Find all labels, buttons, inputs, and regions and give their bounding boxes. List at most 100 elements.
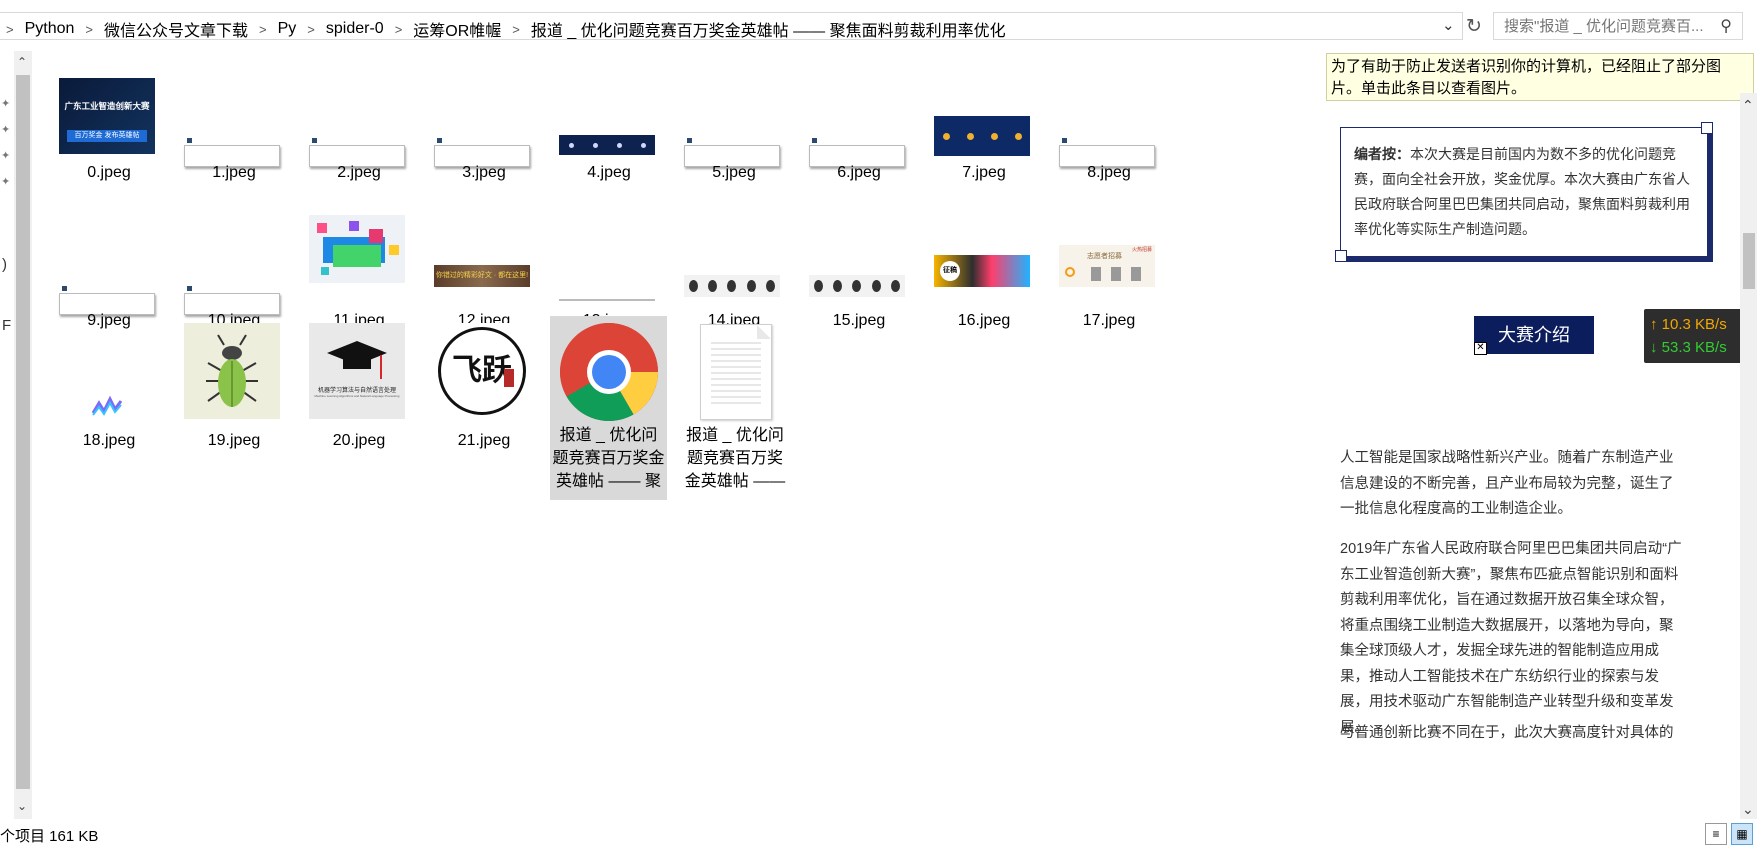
file-item[interactable]: 广东工业智造创新大赛 百万奖金 发布英雄帖 0.jpeg — [49, 65, 169, 185]
file-item[interactable]: 志愿者招募 火热招募 17.jpeg — [1049, 213, 1169, 333]
upload-speed: 10.3 KB/s — [1661, 316, 1727, 333]
file-name: 21.jpeg — [457, 432, 511, 449]
nav-text-fragment[interactable]: F — [2, 317, 11, 334]
file-item[interactable]: 11.jpeg — [299, 213, 419, 333]
thumbnail-caption-en: Machine Learning Algorithms and Natural … — [314, 394, 400, 398]
blocked-images-notice[interactable]: 为了有助于防止发送者识别你的计算机，已经阻止了部分图片。单击此条目以查看图片。 — [1326, 53, 1754, 101]
pin-icon: ✦ — [1, 176, 11, 188]
network-speed-widget: ↑ 10.3 KB/s ↓ 53.3 KB/s — [1644, 309, 1747, 363]
file-thumbnail: 机器学习算法与自然语言处理 Machine Learning Algorithm… — [309, 323, 405, 419]
file-thumbnail — [684, 275, 780, 297]
details-view-icon[interactable]: ≡ — [1705, 823, 1727, 845]
contest-intro-banner[interactable]: 大赛介绍 — [1474, 316, 1594, 354]
beetle-icon — [206, 334, 258, 407]
file-thumbnail: 征稿 — [934, 255, 1030, 287]
close-icon[interactable]: ✕ — [1474, 342, 1487, 355]
file-thumbnail — [559, 299, 655, 301]
file-item[interactable]: 14.jpeg — [674, 213, 794, 333]
file-thumbnail — [809, 275, 905, 297]
search-input[interactable] — [1502, 17, 1706, 36]
refresh-icon[interactable]: ↻ — [1460, 13, 1488, 41]
file-item[interactable]: 飞跃 21.jpeg — [424, 323, 544, 449]
search-icon[interactable]: ⚲ — [1720, 16, 1732, 36]
file-name: 15.jpeg — [832, 312, 886, 329]
scroll-down-icon[interactable]: ⌄ — [1742, 801, 1754, 818]
file-thumbnail: 志愿者招募 火热招募 — [1059, 245, 1155, 287]
download-arrow-icon: ↓ — [1650, 339, 1658, 356]
scroll-up-icon[interactable]: ⌃ — [1742, 97, 1754, 114]
document-icon — [700, 324, 772, 420]
file-item[interactable]: 15.jpeg — [799, 213, 919, 333]
breadcrumb-wechat-download[interactable]: 微信公众号文章下载 — [104, 17, 248, 41]
breadcrumb-or[interactable]: 运筹OR帷幄 — [413, 17, 501, 41]
file-item[interactable]: 3.jpeg — [424, 65, 544, 185]
breadcrumb-current[interactable]: 报道 _ 优化问题竞赛百万奖金英雄帖 —— 聚焦面料剪裁利用率优化 — [531, 17, 1006, 41]
file-name: 17.jpeg — [1082, 312, 1136, 329]
chevron-right-icon[interactable]: > — [85, 22, 93, 37]
article-paragraph: 2019年广东省人民政府联合阿里巴巴集团共同启动“广东工业智造创新大赛”，聚焦布… — [1340, 541, 1682, 736]
file-item[interactable]: 2.jpeg — [299, 65, 419, 185]
file-name: 8.jpeg — [1087, 164, 1131, 181]
view-toggle: ≡ ▦ — [1705, 823, 1753, 845]
scroll-up-icon[interactable]: ⌃ — [17, 55, 27, 69]
chevron-right-icon[interactable]: > — [512, 22, 520, 37]
file-item[interactable]: 5.jpeg — [674, 65, 794, 185]
file-thumbnail — [309, 215, 405, 283]
file-list: 广东工业智造创新大赛 百万奖金 发布英雄帖 0.jpeg 1.jpeg 2.jp… — [33, 51, 1321, 819]
breadcrumb-python[interactable]: Python — [25, 20, 75, 38]
chrome-icon — [559, 322, 659, 422]
file-name: 2.jpeg — [337, 164, 381, 181]
file-item[interactable]: 你错过的精彩好文 · 都在这里! 12.jpeg — [424, 213, 544, 333]
editor-note-label: 编者按： — [1354, 146, 1410, 162]
file-item[interactable]: 19.jpeg — [174, 323, 294, 449]
file-item[interactable]: 13.jpeg — [549, 213, 669, 333]
file-item[interactable]: 8.jpeg — [1049, 65, 1169, 185]
file-item[interactable]: 10.jpeg — [174, 213, 294, 333]
file-name: 报道 _ 优化问题竞赛百万奖金英雄帖 —— 聚焦面料剪裁利用率... — [552, 427, 665, 490]
file-item[interactable]: 征稿 16.jpeg — [924, 213, 1044, 333]
address-bar-area: > Python > 微信公众号文章下载 > Py > spider-0 > 运… — [0, 0, 1757, 51]
file-thumbnail — [91, 395, 123, 417]
file-item[interactable]: 6.jpeg — [799, 65, 919, 185]
file-thumbnail — [934, 116, 1030, 156]
scrollbar-thumb[interactable] — [16, 75, 30, 789]
thumbnail-caption: 你错过的精彩好文 · 都在这里! — [435, 272, 529, 279]
file-item[interactable]: 9.jpeg — [49, 213, 169, 333]
file-item[interactable]: 18.jpeg — [49, 323, 169, 449]
file-item-txt[interactable]: 报道 _ 优化问题竞赛百万奖金英雄帖 —— 聚焦面料剪裁利用率... — [674, 316, 794, 500]
scrollbar-thumb[interactable] — [1743, 233, 1755, 289]
file-name: 7.jpeg — [962, 164, 1006, 181]
large-icons-view-icon[interactable]: ▦ — [1731, 823, 1753, 845]
file-thumbnail — [559, 135, 655, 155]
download-speed: 53.3 KB/s — [1661, 339, 1727, 356]
graduation-cap-icon — [327, 341, 387, 379]
file-item[interactable]: 4.jpeg — [549, 65, 669, 185]
navigation-pane-edge: ✦ ✦ ✦ ✦ ) F — [0, 51, 15, 819]
file-name: 4.jpeg — [587, 164, 631, 181]
file-name: 19.jpeg — [207, 432, 261, 449]
file-name: 报道 _ 优化问题竞赛百万奖金英雄帖 —— 聚焦面料剪裁利用率... — [684, 427, 786, 490]
thumbnail-caption: 志愿者招募 — [1087, 253, 1122, 260]
status-bar: 个项目 161 KB ≡ ▦ — [0, 819, 1757, 851]
file-item[interactable]: 1.jpeg — [174, 65, 294, 185]
chevron-right-icon[interactable]: > — [307, 22, 315, 37]
preview-pane: 为了有助于防止发送者识别你的计算机，已经阻止了部分图片。单击此条目以查看图片。 … — [1322, 51, 1757, 819]
scroll-down-icon[interactable]: ⌄ — [17, 799, 27, 813]
nav-text-fragment[interactable]: ) — [2, 256, 7, 273]
banner-subtitle: 百万奖金 发布英雄帖 — [67, 130, 147, 142]
file-item[interactable]: 机器学习算法与自然语言处理 Machine Learning Algorithm… — [299, 323, 419, 449]
chevron-right-icon[interactable]: > — [259, 22, 267, 37]
chevron-right-icon[interactable]: > — [395, 22, 403, 37]
article-paragraph: 人工智能是国家战略性新兴产业。随着广东制造产业信息建设的不断完善，且产业布局较为… — [1340, 450, 1674, 517]
chevron-right-icon[interactable]: > — [6, 22, 14, 37]
editor-note-box: 编者按：本次大赛是目前国内为数不多的优化问题竞赛，面向全社会开放，奖金优厚。本次… — [1335, 122, 1713, 262]
file-item[interactable]: 7.jpeg — [924, 65, 1044, 185]
search-box[interactable]: ⚲ — [1493, 12, 1743, 40]
nav-scrollbar[interactable]: ⌃ ⌄ — [14, 51, 32, 819]
file-thumbnail — [184, 323, 280, 419]
chevron-down-icon[interactable]: ⌄ — [1442, 16, 1455, 34]
file-item-html-selected[interactable]: 报道 _ 优化问题竞赛百万奖金英雄帖 —— 聚焦面料剪裁利用率... — [550, 316, 667, 500]
preview-scrollbar[interactable]: ⌃ ⌄ — [1740, 93, 1757, 819]
breadcrumb-spider[interactable]: spider-0 — [326, 20, 384, 38]
breadcrumb-py[interactable]: Py — [278, 20, 297, 38]
